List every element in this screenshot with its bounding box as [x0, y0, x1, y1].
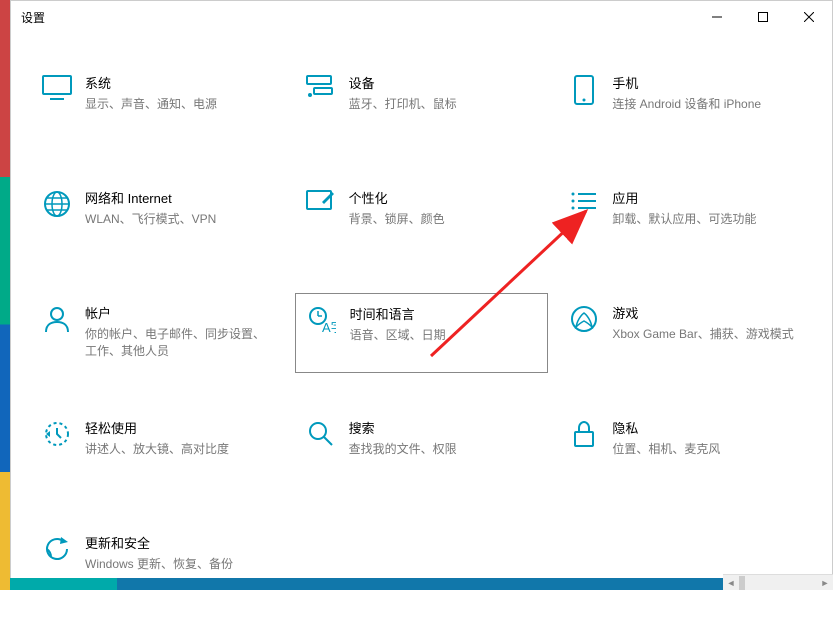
tile-system[interactable]: 系统 显示、声音、通知、电源 [31, 63, 285, 143]
tile-desc: 显示、声音、通知、电源 [85, 96, 277, 113]
scroll-thumb[interactable] [739, 576, 745, 590]
tile-desc: 语音、区域、日期 [350, 327, 540, 344]
tile-title: 帐户 [85, 303, 277, 322]
svg-text:A字: A字 [322, 320, 336, 334]
lock-icon [566, 420, 602, 448]
tile-desc: Xbox Game Bar、捕获、游戏模式 [612, 326, 804, 343]
tile-desc: 你的帐户、电子邮件、同步设置、工作、其他人员 [85, 326, 277, 360]
maximize-button[interactable] [740, 1, 786, 33]
tile-search[interactable]: 搜索 查找我的文件、权限 [295, 408, 549, 488]
tile-desc: Windows 更新、恢复、备份 [85, 556, 277, 573]
tile-desc: 卸载、默认应用、可选功能 [612, 211, 804, 228]
tile-title: 搜索 [349, 418, 541, 437]
system-icon [39, 75, 75, 101]
tile-title: 轻松使用 [85, 418, 277, 437]
tile-privacy[interactable]: 隐私 位置、相机、麦克风 [558, 408, 812, 488]
tile-title: 系统 [85, 73, 277, 92]
minimize-button[interactable] [694, 1, 740, 33]
settings-grid: 系统 显示、声音、通知、电源 设备 蓝牙、打印机、鼠标 手机 连接 Androi… [11, 33, 832, 623]
tile-title: 隐私 [612, 418, 804, 437]
tile-desc: 查找我的文件、权限 [349, 441, 541, 458]
tile-title: 网络和 Internet [85, 188, 277, 207]
tile-phone[interactable]: 手机 连接 Android 设备和 iPhone [558, 63, 812, 143]
tile-title: 更新和安全 [85, 533, 277, 552]
tile-apps[interactable]: 应用 卸载、默认应用、可选功能 [558, 178, 812, 258]
update-icon [39, 535, 75, 563]
tile-desc: 蓝牙、打印机、鼠标 [349, 96, 541, 113]
titlebar: 设置 [11, 1, 832, 33]
devices-icon [303, 75, 339, 101]
tile-desc: 位置、相机、麦克风 [612, 441, 804, 458]
tile-title: 设备 [349, 73, 541, 92]
window-controls [694, 1, 832, 33]
window-title: 设置 [21, 9, 45, 26]
tile-accounts[interactable]: 帐户 你的帐户、电子邮件、同步设置、工作、其他人员 [31, 293, 285, 373]
search-icon [303, 420, 339, 448]
scroll-right-arrow[interactable]: ► [817, 576, 833, 590]
ease-of-access-icon [39, 420, 75, 448]
personalization-icon [303, 190, 339, 216]
tile-title: 游戏 [612, 303, 804, 322]
horizontal-scrollbar[interactable]: ◄ ► [723, 574, 833, 590]
tile-time-language[interactable]: A字 时间和语言 语音、区域、日期 [295, 293, 549, 373]
tile-title: 时间和语言 [350, 304, 540, 323]
tile-title: 个性化 [349, 188, 541, 207]
tile-desc: WLAN、飞行模式、VPN [85, 211, 277, 228]
tile-network[interactable]: 网络和 Internet WLAN、飞行模式、VPN [31, 178, 285, 258]
time-language-icon: A字 [304, 306, 340, 334]
tile-personalization[interactable]: 个性化 背景、锁屏、颜色 [295, 178, 549, 258]
tile-gaming[interactable]: 游戏 Xbox Game Bar、捕获、游戏模式 [558, 293, 812, 373]
tile-desc: 连接 Android 设备和 iPhone [612, 96, 804, 113]
tile-desc: 背景、锁屏、颜色 [349, 211, 541, 228]
phone-icon [566, 75, 602, 105]
desktop-left-strip [0, 0, 10, 590]
tile-desc: 讲述人、放大镜、高对比度 [85, 441, 277, 458]
tile-update-security[interactable]: 更新和安全 Windows 更新、恢复、备份 [31, 523, 285, 603]
scroll-left-arrow[interactable]: ◄ [723, 576, 739, 590]
apps-icon [566, 190, 602, 216]
close-button[interactable] [786, 1, 832, 33]
tile-title: 手机 [612, 73, 804, 92]
accounts-icon [39, 305, 75, 333]
tile-devices[interactable]: 设备 蓝牙、打印机、鼠标 [295, 63, 549, 143]
scroll-track[interactable] [739, 576, 817, 590]
gaming-icon [566, 305, 602, 333]
taskbar-strip [10, 578, 723, 590]
tile-ease-of-access[interactable]: 轻松使用 讲述人、放大镜、高对比度 [31, 408, 285, 488]
tile-title: 应用 [612, 188, 804, 207]
settings-window: 设置 系统 显示、声音、通知、电源 [10, 0, 833, 590]
globe-icon [39, 190, 75, 218]
